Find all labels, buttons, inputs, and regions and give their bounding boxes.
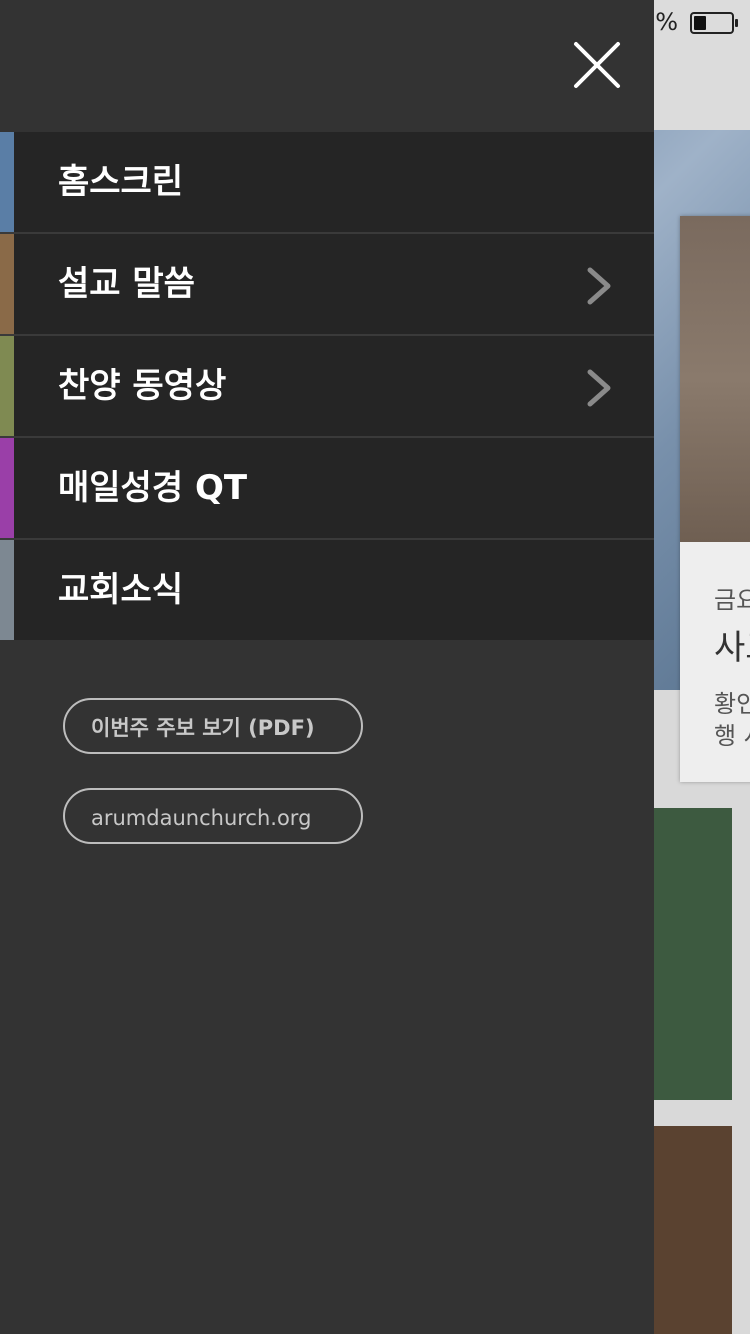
background-card-text: 행 사 — [714, 722, 750, 750]
menu-color-stripe — [0, 336, 14, 436]
background-tile[interactable] — [654, 808, 732, 1100]
menu-item-praise-videos[interactable]: 찬양 동영상 — [0, 336, 654, 438]
website-link-button[interactable]: arumdaunchurch.org — [63, 788, 363, 844]
menu-color-stripe — [0, 438, 14, 538]
menu-color-stripe — [0, 132, 14, 232]
background-card[interactable]: 금요 사고 황인 행 사 — [680, 216, 750, 782]
background-card-image — [680, 216, 750, 542]
menu-item-church-news[interactable]: 교회소식 — [0, 540, 654, 640]
battery-icon — [690, 12, 738, 34]
menu-item-label: 설교 말씀 — [58, 264, 195, 304]
chevron-right-icon — [584, 368, 614, 408]
background-card-text: 황인 — [714, 690, 750, 718]
bulletin-pdf-button[interactable]: 이번주 주보 보기 (PDF) — [63, 698, 363, 754]
background-card-label: 금요 — [714, 586, 750, 614]
menu-color-stripe — [0, 540, 14, 640]
menu-color-stripe — [0, 234, 14, 334]
menu-item-home[interactable]: 홈스크린 — [0, 132, 654, 234]
drawer-menu: 홈스크린 설교 말씀 찬양 동영상 매일성경 QT 교회소식 — [0, 132, 654, 640]
close-button[interactable] — [566, 34, 628, 96]
close-icon — [574, 42, 620, 88]
menu-item-label: 홈스크린 — [58, 162, 184, 202]
side-drawer: 홈스크린 설교 말씀 찬양 동영상 매일성경 QT 교회소식 이번주 주보 보기… — [0, 0, 654, 1334]
menu-item-label: 찬양 동영상 — [58, 366, 227, 406]
background-tile[interactable] — [654, 1126, 732, 1334]
menu-item-label: 교회소식 — [58, 570, 184, 610]
chevron-right-icon — [584, 266, 614, 306]
menu-item-daily-bible-qt[interactable]: 매일성경 QT — [0, 438, 654, 540]
menu-item-label: 매일성경 QT — [58, 468, 248, 508]
menu-item-sermons[interactable]: 설교 말씀 — [0, 234, 654, 336]
drawer-header — [0, 0, 654, 132]
background-card-title: 사고 — [714, 628, 750, 668]
